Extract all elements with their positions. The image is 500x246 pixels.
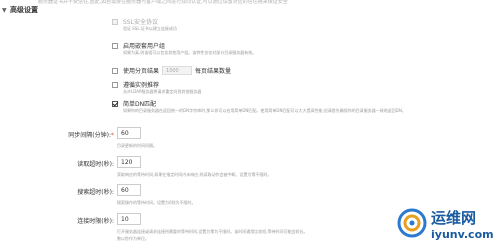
naive-dn-checkbox[interactable] (112, 100, 118, 107)
ssl-option: SSL安全协议 验证 SSL 证书以建立连接成功 (112, 17, 177, 32)
page-size-input[interactable] (162, 66, 193, 75)
search-timeout-input[interactable] (117, 184, 141, 196)
follow-referrals-label: 遵循实例推荐 (123, 82, 160, 89)
ssl-description: 验证 SSL 证书以建立连接成功 (123, 26, 177, 31)
sync-interval-help: 目录更新的时间间隔。 (117, 143, 157, 148)
follow-referrals-option: 遵循实例推荐 允许LDAP服务器将请求重定向到其他服务器 (112, 80, 201, 95)
ssl-label: SSL安全协议 (123, 19, 158, 26)
connection-timeout-label: 连接时限(秒): (77, 218, 114, 225)
nested-groups-label: 启用嵌套用户组 (123, 43, 166, 50)
search-timeout-help: 搜索操作的等待时间。设置为0则为不限时。 (117, 200, 196, 205)
paged-results-checkbox[interactable] (112, 67, 118, 74)
read-timeout-label: 读取超时(秒): (77, 161, 114, 168)
truncated-description: 服务器证书并不受信任,因此,如若需要在服务器与客户端之间进行双向认证,可以通过设… (38, 0, 288, 4)
collapse-arrow-icon[interactable]: ▼ (2, 7, 10, 14)
connection-timeout-help: 打开服务器连接或请求连接所需要的等待时间,设置为零为不限时。该时间通常比较短,等… (117, 229, 308, 234)
read-timeout-input[interactable] (117, 156, 141, 168)
ssl-checkbox[interactable] (112, 18, 118, 25)
page-size-suffix: 每页结果数量 (195, 68, 232, 75)
nested-groups-option: 启用嵌套用户组 如果为真,则该组可以包含其他用户组。该特性仅仅对部分目录服务器有… (112, 41, 256, 56)
connection-timeout-input[interactable] (117, 213, 141, 225)
watermark-logo-icon (397, 208, 427, 238)
nested-groups-description: 如果为真,则该组可以包含其他用户组。该特性仅仅对部分目录服务器有效。 (123, 50, 257, 55)
watermark-url: iyunv.com (431, 228, 494, 241)
follow-referrals-description: 允许LDAP服务器将请求重定向到其他服务器 (123, 89, 202, 94)
read-timeout-help: 获取响应的等待时间,如果在指定时间内未响应,则读取动作会被中断。设置为零不限时。 (117, 172, 272, 177)
nested-groups-checkbox[interactable] (112, 42, 118, 49)
site-watermark: 运维网 iyunv.com (395, 200, 500, 246)
sync-interval-label: 同步间隔(分钟):* (68, 132, 114, 139)
naive-dn-description: 如果你的目录服务器在返回统一的DN字符串时,那么你可以启用简单DN匹配。使用简单… (123, 108, 406, 113)
watermark-title: 运维网 (431, 209, 477, 227)
naive-dn-option: 简单DN匹配 如果你的目录服务器在返回统一的DN字符串时,那么你可以启用简单DN… (112, 99, 406, 114)
paged-results-option: 使用分页结果 每页结果数量 (112, 65, 231, 76)
sync-interval-input[interactable] (117, 127, 141, 139)
section-title: 高级设置 (10, 6, 38, 14)
advanced-settings-header[interactable]: ▼ 高级设置 (2, 4, 38, 16)
paged-results-label: 使用分页结果 (123, 68, 160, 75)
connection-timeout-help-2: 数以秒作为单位。 (117, 236, 149, 241)
naive-dn-label: 简单DN匹配 (123, 101, 157, 108)
follow-referrals-checkbox[interactable] (112, 81, 118, 88)
search-timeout-label: 搜索超时(秒): (77, 189, 114, 196)
